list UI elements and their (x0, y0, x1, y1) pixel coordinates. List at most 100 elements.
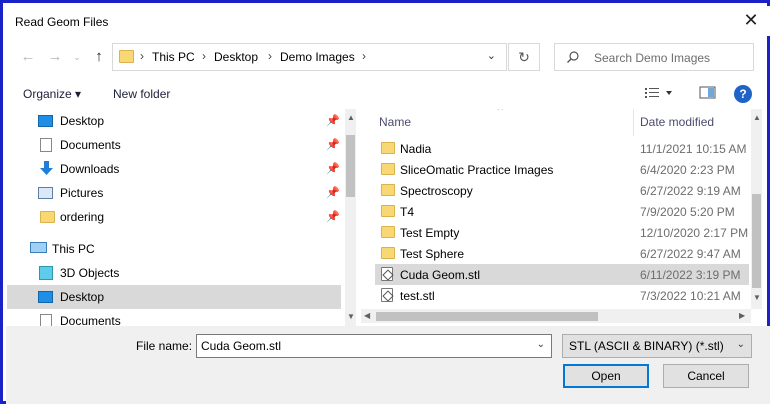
folder-icon (381, 184, 395, 196)
sidebar-item-label: Desktop (60, 114, 105, 128)
pin-icon[interactable]: 📌 (326, 210, 340, 223)
file-row[interactable]: T4 7/9/2020 5:20 PM (375, 201, 749, 222)
folder-icon (119, 50, 134, 63)
search-icon (567, 51, 579, 63)
close-icon[interactable]: ✕ (740, 10, 762, 32)
sidebar-item-label: Documents (60, 138, 121, 152)
sidebar-item-downloads[interactable]: Downloads 📌 (7, 157, 341, 181)
horizontal-scrollbar[interactable]: ◀ ▶ (361, 309, 751, 323)
organize-button[interactable]: Organize ▾ (23, 87, 81, 101)
scroll-up-icon[interactable]: ▲ (753, 113, 761, 122)
sidebar-item-pictures[interactable]: Pictures 📌 (7, 181, 341, 205)
folder-icon (381, 163, 395, 175)
documents-icon (40, 314, 52, 326)
right-scrollbar[interactable]: ▲ ▼ (751, 109, 762, 309)
file-row[interactable]: Test Sphere 6/27/2022 9:47 AM (375, 243, 749, 264)
new-folder-button[interactable]: New folder (113, 87, 170, 101)
column-divider[interactable] (633, 109, 634, 136)
file-row[interactable]: test.stl 7/3/2022 10:21 AM (375, 285, 749, 306)
preview-pane-button[interactable] (699, 85, 717, 104)
sidebar-item-ordering[interactable]: ordering 📌 (7, 205, 341, 229)
downloads-icon (40, 161, 53, 175)
file-date: 7/9/2020 5:20 PM (640, 205, 735, 219)
file-name-field[interactable]: Cuda Geom.stl ⌄ (196, 334, 552, 358)
sidebar-item-label: Documents (60, 314, 121, 326)
breadcrumb-demo-images[interactable]: Demo Images (280, 50, 355, 64)
window-title: Read Geom Files (15, 15, 109, 29)
sidebar-item-this-pc[interactable]: This PC (7, 237, 341, 261)
breadcrumb-separator-icon[interactable]: › (362, 49, 366, 63)
file-name: SliceOmatic Practice Images (400, 163, 554, 177)
stl-file-icon (381, 288, 393, 302)
sidebar-item-label: 3D Objects (60, 266, 120, 280)
desktop-icon (38, 115, 53, 127)
sidebar-item-label: ordering (60, 210, 105, 224)
file-date: 12/10/2020 2:17 PM (640, 226, 749, 240)
3d-objects-icon (39, 266, 53, 280)
footer-panel: File name: Cuda Geom.stl ⌄ STL (ASCII & … (6, 326, 770, 404)
scroll-up-icon[interactable]: ▲ (347, 113, 355, 122)
recent-dropdown-icon[interactable]: ⌄ (67, 47, 87, 67)
cancel-button[interactable]: Cancel (663, 364, 749, 388)
pictures-icon (38, 187, 53, 199)
sidebar-item-documents[interactable]: Documents (7, 309, 341, 326)
stl-file-icon (381, 267, 393, 281)
file-date: 6/4/2020 2:23 PM (640, 163, 735, 177)
sidebar-item-3d-objects[interactable]: 3D Objects (7, 261, 341, 285)
pin-icon[interactable]: 📌 (326, 114, 340, 127)
breadcrumb-separator-icon[interactable]: › (268, 49, 272, 63)
dialog-window: Read Geom Files ✕ ← → ⌄ ↑ › This PC › De… (0, 0, 770, 404)
scroll-left-icon[interactable]: ◀ (364, 311, 370, 320)
help-icon[interactable]: ? (734, 85, 752, 103)
search-placeholder: Search Demo Images (594, 51, 711, 65)
details-view-icon (645, 88, 672, 98)
file-type-select[interactable]: STL (ASCII & BINARY) (*.stl) ⌄ (562, 334, 752, 358)
refresh-button[interactable]: ↻ (508, 43, 540, 71)
file-row[interactable]: Spectroscopy 6/27/2022 9:19 AM (375, 180, 749, 201)
file-name: T4 (400, 205, 415, 219)
view-options-button[interactable] (644, 85, 674, 104)
open-button[interactable]: Open (563, 364, 649, 388)
scrollbar-thumb[interactable] (376, 312, 598, 321)
chevron-down-icon[interactable]: ⌄ (537, 339, 545, 350)
file-type-value: STL (ASCII & BINARY) (*.stl) (569, 339, 724, 353)
pin-icon[interactable]: 📌 (326, 186, 340, 199)
pin-icon[interactable]: 📌 (326, 162, 340, 175)
file-list: ^ Name Date modified Nadia 11/1/2021 10:… (363, 109, 750, 326)
file-row[interactable]: SliceOmatic Practice Images 6/4/2020 2:2… (375, 159, 749, 180)
chevron-down-icon[interactable]: ⌄ (737, 339, 745, 350)
scroll-down-icon[interactable]: ▼ (347, 312, 355, 321)
sidebar-item-desktop[interactable]: Desktop (7, 285, 341, 309)
file-name: test.stl (400, 289, 435, 303)
back-arrow-icon[interactable]: ← (18, 47, 38, 67)
file-row[interactable]: Test Empty 12/10/2020 2:17 PM (375, 222, 749, 243)
file-row[interactable]: Nadia 11/1/2021 10:15 AM (375, 138, 749, 159)
title-bar: Read Geom Files ✕ (6, 6, 770, 36)
sort-caret-icon: ^ (498, 109, 503, 116)
breadcrumb-separator-icon[interactable]: › (140, 49, 144, 63)
column-header-name[interactable]: Name (379, 115, 411, 129)
file-name: Spectroscopy (400, 184, 473, 198)
breadcrumb-desktop[interactable]: Desktop (214, 50, 258, 64)
scrollbar-thumb[interactable] (346, 135, 355, 197)
address-bar[interactable]: › This PC › Desktop › Demo Images › ⌄ (112, 43, 507, 71)
scroll-right-icon[interactable]: ▶ (739, 311, 745, 320)
file-date: 6/11/2022 3:19 PM (640, 268, 741, 282)
file-name: Cuda Geom.stl (400, 268, 481, 282)
file-row-selected[interactable]: Cuda Geom.stl 6/11/2022 3:19 PM (375, 264, 749, 285)
sidebar-item-documents-quick[interactable]: Documents 📌 (7, 133, 341, 157)
this-pc-icon (30, 242, 47, 253)
up-arrow-icon[interactable]: ↑ (89, 47, 109, 67)
sidebar-item-label: Pictures (60, 186, 104, 200)
breadcrumb-this-pc[interactable]: This PC (152, 50, 195, 64)
scroll-down-icon[interactable]: ▼ (753, 293, 761, 302)
sidebar-item-desktop-quick[interactable]: Desktop 📌 (7, 109, 341, 133)
forward-arrow-icon[interactable]: → (45, 47, 65, 67)
column-header-date[interactable]: Date modified (640, 115, 714, 129)
breadcrumb-separator-icon[interactable]: › (202, 49, 206, 63)
search-input[interactable]: Search Demo Images (554, 43, 754, 71)
pin-icon[interactable]: 📌 (326, 138, 340, 151)
scrollbar-thumb[interactable] (752, 194, 761, 288)
chevron-down-icon[interactable]: ⌄ (487, 49, 496, 62)
left-scrollbar[interactable]: ▲ ▼ (345, 109, 356, 326)
